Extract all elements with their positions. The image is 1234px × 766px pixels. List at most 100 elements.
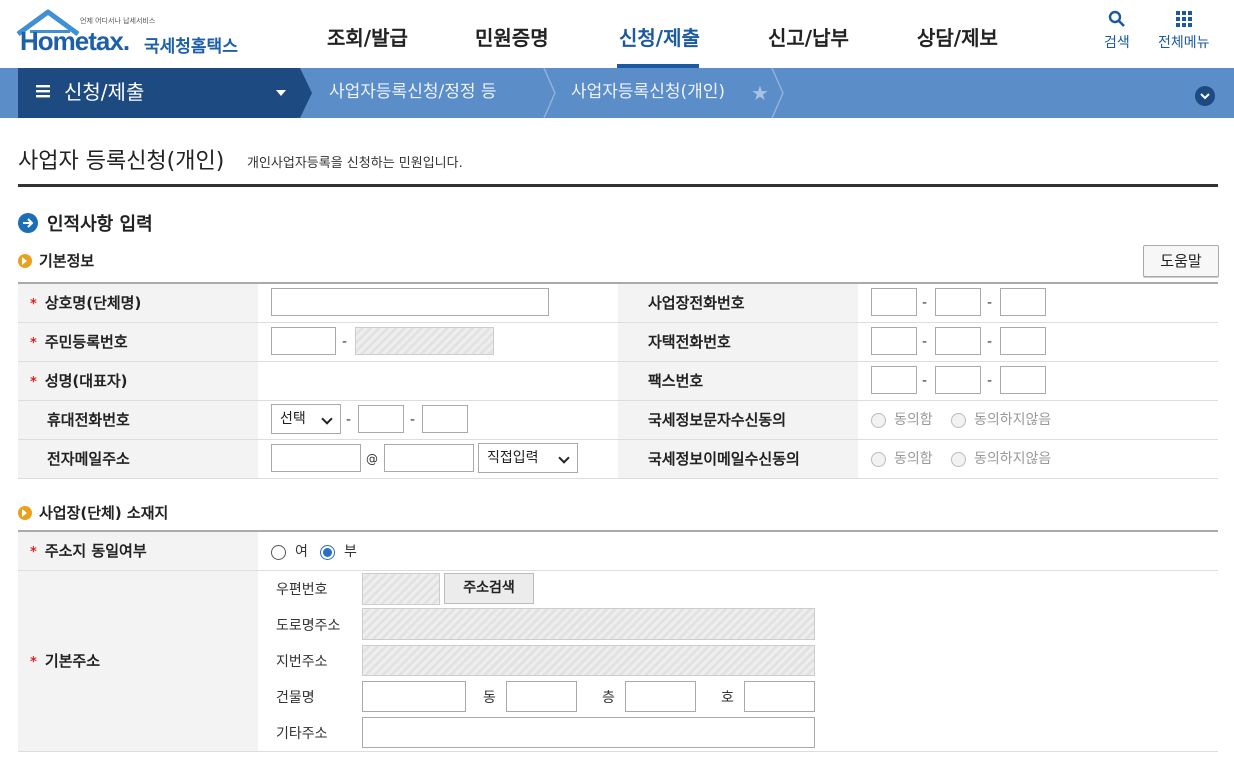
- dash: -: [922, 373, 928, 389]
- address-heading: 사업장(단체) 소재지: [18, 502, 168, 523]
- required-mark: *: [30, 545, 37, 560]
- label-representative: 성명(대표자): [44, 372, 128, 390]
- dong-input[interactable]: [506, 681, 577, 712]
- mobile-3[interactable]: [422, 405, 468, 433]
- zip-input[interactable]: [362, 573, 440, 605]
- building-label: 건물명: [276, 690, 315, 706]
- email-agree-radio[interactable]: [871, 452, 886, 467]
- same-address-no-radio[interactable]: [320, 545, 335, 560]
- section-title: 인적사항 입력: [18, 210, 153, 236]
- home-phone-2[interactable]: [935, 327, 981, 355]
- email-disagree-label: 동의하지않음: [974, 451, 1052, 467]
- business-phone-2[interactable]: [935, 288, 981, 316]
- favorite-star-icon[interactable]: ★: [751, 81, 769, 105]
- label-fax: 팩스번호: [648, 372, 704, 390]
- nav-counsel[interactable]: 상담/제보: [917, 0, 998, 68]
- field-label: 휴대전화번호: [18, 401, 258, 439]
- home-phone-1[interactable]: [871, 327, 917, 355]
- table-row: * 주소지 동일여부 여 부: [18, 532, 1218, 571]
- field-label: 국세정보이메일수신동의: [618, 440, 858, 478]
- same-address-no-label: 부: [344, 544, 357, 560]
- label-mobile: 휴대전화번호: [47, 411, 130, 429]
- zip-label: 우편번호: [276, 582, 328, 598]
- section-title-label: 인적사항 입력: [47, 214, 153, 235]
- dash: -: [987, 295, 993, 311]
- field-label: * 성명(대표자): [18, 362, 258, 400]
- etc-address-input[interactable]: [362, 717, 815, 748]
- label-same-address: 주소지 동일여부: [44, 542, 147, 560]
- hometax-logo[interactable]: 언제 어디서나 납세서비스 Hometax. 국세청홈택스: [16, 8, 246, 60]
- breadcrumb-separator-icon: [543, 68, 556, 118]
- breadcrumb-level1[interactable]: 사업자등록신청/정정 등: [329, 68, 497, 116]
- search-button[interactable]: 검색: [1104, 10, 1130, 52]
- email-id-input[interactable]: [271, 444, 361, 472]
- at-sign: @: [366, 452, 378, 466]
- required-mark: *: [30, 375, 37, 390]
- business-phone-3[interactable]: [1000, 288, 1046, 316]
- nav-lookup[interactable]: 조회/발급: [327, 0, 408, 68]
- sms-agree-radio[interactable]: [871, 413, 886, 428]
- nav-apply[interactable]: 신청/제출: [619, 0, 700, 68]
- dash: -: [922, 295, 928, 311]
- dash: -: [410, 412, 416, 428]
- email-domain-select[interactable]: 직접입력: [478, 443, 578, 473]
- table-row: * 주민등록번호 - 자택전화번호 - -: [18, 323, 1218, 362]
- email-disagree-radio[interactable]: [951, 452, 966, 467]
- breadcrumb-level2[interactable]: 사업자등록신청(개인): [571, 68, 725, 116]
- dash: -: [342, 334, 348, 350]
- required-mark: *: [30, 336, 37, 351]
- resident-number-2[interactable]: [355, 327, 494, 355]
- all-menu-button[interactable]: 전체메뉴: [1158, 10, 1210, 52]
- same-address-yes-radio[interactable]: [271, 545, 286, 560]
- address-search-button[interactable]: 주소검색: [444, 573, 534, 604]
- resident-number-1[interactable]: [271, 327, 336, 355]
- building-input[interactable]: [362, 681, 466, 712]
- logo-tagline: 언제 어디서나 납세서비스: [80, 17, 156, 25]
- table-row: * 상호명(단체명) 사업장전화번호 - -: [18, 284, 1218, 323]
- label-email: 전자메일주소: [47, 450, 130, 468]
- all-menu-label: 전체메뉴: [1158, 35, 1210, 51]
- help-button[interactable]: 도움말: [1143, 245, 1219, 277]
- chevron-down-icon: [276, 90, 286, 96]
- nav-certificate[interactable]: 민원증명: [475, 0, 549, 68]
- label-business-phone: 사업장전화번호: [648, 294, 745, 312]
- field-label: 자택전화번호: [618, 323, 858, 361]
- title-divider: [18, 184, 1218, 187]
- breadcrumb: 신청/제출 사업자등록신청/정정 등 사업자등록신청(개인) ★: [0, 68, 1234, 118]
- company-name-input[interactable]: [271, 288, 549, 316]
- label-sms-consent: 국세정보문자수신동의: [648, 411, 787, 429]
- floor-input[interactable]: [625, 681, 696, 712]
- basic-info-label: 기본정보: [39, 252, 95, 270]
- road-address-label: 도로명주소: [276, 618, 341, 634]
- business-phone-1[interactable]: [871, 288, 917, 316]
- floor-label: 층: [602, 690, 615, 706]
- field-label: 전자메일주소: [18, 440, 258, 478]
- field-label: * 상호명(단체명): [18, 284, 258, 322]
- mobile-prefix-select[interactable]: 선택: [271, 404, 341, 434]
- home-phone-3[interactable]: [1000, 327, 1046, 355]
- basic-info-table: * 상호명(단체명) 사업장전화번호 - - * 주민등록번호 - 자택전화번호 -…: [18, 282, 1218, 479]
- search-label: 검색: [1104, 35, 1130, 51]
- mobile-2[interactable]: [358, 405, 404, 433]
- fax-1[interactable]: [871, 366, 917, 394]
- ho-input[interactable]: [744, 681, 815, 712]
- sms-disagree-radio[interactable]: [951, 413, 966, 428]
- fax-2[interactable]: [935, 366, 981, 394]
- table-row: 전자메일주소 @ 직접입력 국세정보이메일수신동의 동의함 동의하지않음: [18, 440, 1218, 479]
- lot-address-input[interactable]: [362, 645, 815, 676]
- road-address-input[interactable]: [362, 608, 815, 640]
- etc-address-label: 기타주소: [276, 726, 328, 742]
- fax-3[interactable]: [1000, 366, 1046, 394]
- label-base-address: 기본주소: [44, 652, 101, 670]
- field-label: * 주소지 동일여부: [18, 532, 258, 570]
- basic-info-heading: 기본정보: [18, 250, 94, 271]
- same-address-yes-label: 여: [295, 544, 308, 560]
- table-row: 휴대전화번호 선택 - - 국세정보문자수신동의 동의함 동의하지않음: [18, 401, 1218, 440]
- bullet-icon: [18, 505, 32, 520]
- breadcrumb-expand-button[interactable]: [1195, 86, 1215, 106]
- breadcrumb-separator-icon: [771, 68, 784, 118]
- nav-report[interactable]: 신고/납부: [768, 0, 849, 68]
- label-resident-number: 주민등록번호: [44, 333, 128, 351]
- email-domain-input[interactable]: [384, 444, 474, 472]
- breadcrumb-home[interactable]: 신청/제출: [18, 68, 300, 118]
